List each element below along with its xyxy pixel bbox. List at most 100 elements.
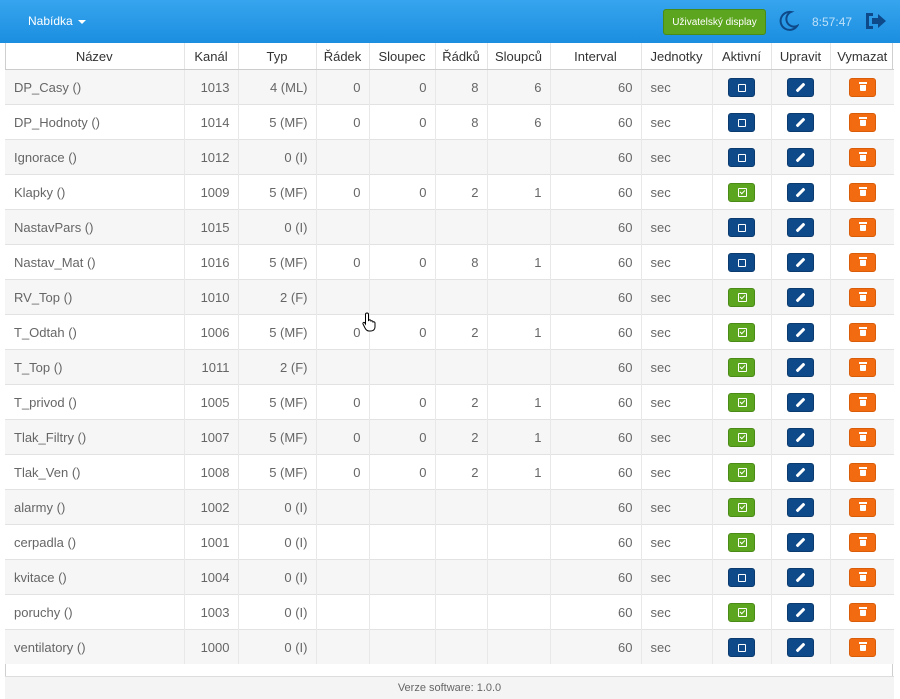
edit-button[interactable] [787,147,814,167]
checkbox-empty-icon [738,118,746,127]
active-toggle-button[interactable] [728,287,755,307]
edit-button[interactable] [787,287,814,307]
row-name: Ignorace () [5,139,185,175]
row-interval: 60 [550,174,642,210]
active-toggle-button[interactable] [728,147,755,167]
delete-button[interactable] [848,147,876,167]
row-col [369,524,436,560]
row-channel: 1014 [184,104,239,140]
row-row [316,524,370,560]
row-name: Klapky () [5,174,185,210]
col-unit[interactable]: Jednotky [641,43,713,70]
edit-button[interactable] [787,462,814,482]
row-type: 0 (I) [238,559,317,595]
active-toggle-button-cell [712,174,772,210]
row-name: Tlak_Filtry () [5,419,185,455]
edit-button[interactable] [787,427,814,447]
edit-button[interactable] [787,322,814,342]
active-toggle-button[interactable] [728,112,755,132]
delete-button[interactable] [848,497,876,517]
edit-button-cell [771,629,831,664]
edit-button[interactable] [787,497,814,517]
delete-button[interactable] [848,427,876,447]
row-channel: 1005 [184,384,239,420]
delete-button[interactable] [848,182,876,202]
delete-button[interactable] [848,567,876,587]
user-display-button[interactable]: Uživatelský display [663,9,766,35]
table-row: ventilatory () 1000 0 (I) 60 sec [5,629,894,664]
col-channel[interactable]: Kanál [184,43,239,70]
active-toggle-button[interactable] [728,217,755,237]
active-toggle-button[interactable] [728,77,755,97]
delete-button[interactable] [848,322,876,342]
active-toggle-button[interactable] [728,392,755,412]
row-interval: 60 [550,454,642,490]
delete-button[interactable] [848,287,876,307]
row-channel: 1001 [184,524,239,560]
edit-button[interactable] [787,252,814,272]
edit-button[interactable] [787,602,814,622]
col-name[interactable]: Název [5,43,185,70]
edit-button[interactable] [787,182,814,202]
col-interval[interactable]: Interval [550,43,642,70]
software-version: Verze software: 1.0.0 [397,682,502,694]
delete-button[interactable] [848,77,876,97]
delete-button[interactable] [848,462,876,482]
delete-button[interactable] [848,252,876,272]
row-channel: 1012 [184,139,239,175]
delete-button[interactable] [848,357,876,377]
delete-button[interactable] [848,637,876,657]
col-rows[interactable]: Řádků [435,43,488,70]
delete-button[interactable] [848,602,876,622]
active-toggle-button[interactable] [728,602,755,622]
moon-icon[interactable] [777,10,800,37]
clock: 8:57:47 [812,15,853,29]
active-toggle-button[interactable] [728,322,755,342]
col-active[interactable]: Aktivní [712,43,772,70]
col-edit[interactable]: Upravit [771,43,831,70]
edit-button[interactable] [787,637,814,657]
row-channel: 1011 [184,349,239,385]
logout-icon[interactable] [864,10,888,37]
active-toggle-button[interactable] [728,427,755,447]
row-name: T_Odtah () [5,314,185,350]
edit-button[interactable] [787,532,814,552]
row-rows [435,209,488,245]
edit-button[interactable] [787,567,814,587]
col-columns[interactable]: Sloupců [487,43,551,70]
delete-button[interactable] [848,112,876,132]
menu-dropdown[interactable]: Nabídka [28,14,86,28]
delete-button[interactable] [848,217,876,237]
col-type[interactable]: Typ [238,43,317,70]
active-toggle-button[interactable] [728,567,755,587]
active-toggle-button-cell [712,489,772,525]
active-toggle-button[interactable] [728,357,755,377]
row-interval: 60 [550,629,642,664]
edit-button[interactable] [787,357,814,377]
active-toggle-button[interactable] [728,637,755,657]
col-row[interactable]: Řádek [316,43,370,70]
col-column[interactable]: Sloupec [369,43,436,70]
delete-button[interactable] [848,392,876,412]
row-rows [435,349,488,385]
row-type: 5 (MF) [238,104,317,140]
row-row [316,349,370,385]
active-toggle-button[interactable] [728,497,755,517]
col-delete[interactable]: Vymazat [830,43,894,70]
edit-button-cell [771,104,831,140]
active-toggle-button[interactable] [728,182,755,202]
edit-button[interactable] [787,112,814,132]
edit-button[interactable] [787,217,814,237]
pencil-icon [795,327,806,337]
row-channel: 1003 [184,594,239,630]
row-cols [487,559,551,595]
active-toggle-button[interactable] [728,532,755,552]
active-toggle-button[interactable] [728,252,755,272]
delete-button[interactable] [848,532,876,552]
edit-button[interactable] [787,77,814,97]
trash-icon [858,116,867,126]
active-toggle-button[interactable] [728,462,755,482]
edit-button[interactable] [787,392,814,412]
table-row: Tlak_Filtry () 1007 5 (MF) 0 0 2 1 60 sec [5,419,894,455]
trash-icon [858,641,867,651]
